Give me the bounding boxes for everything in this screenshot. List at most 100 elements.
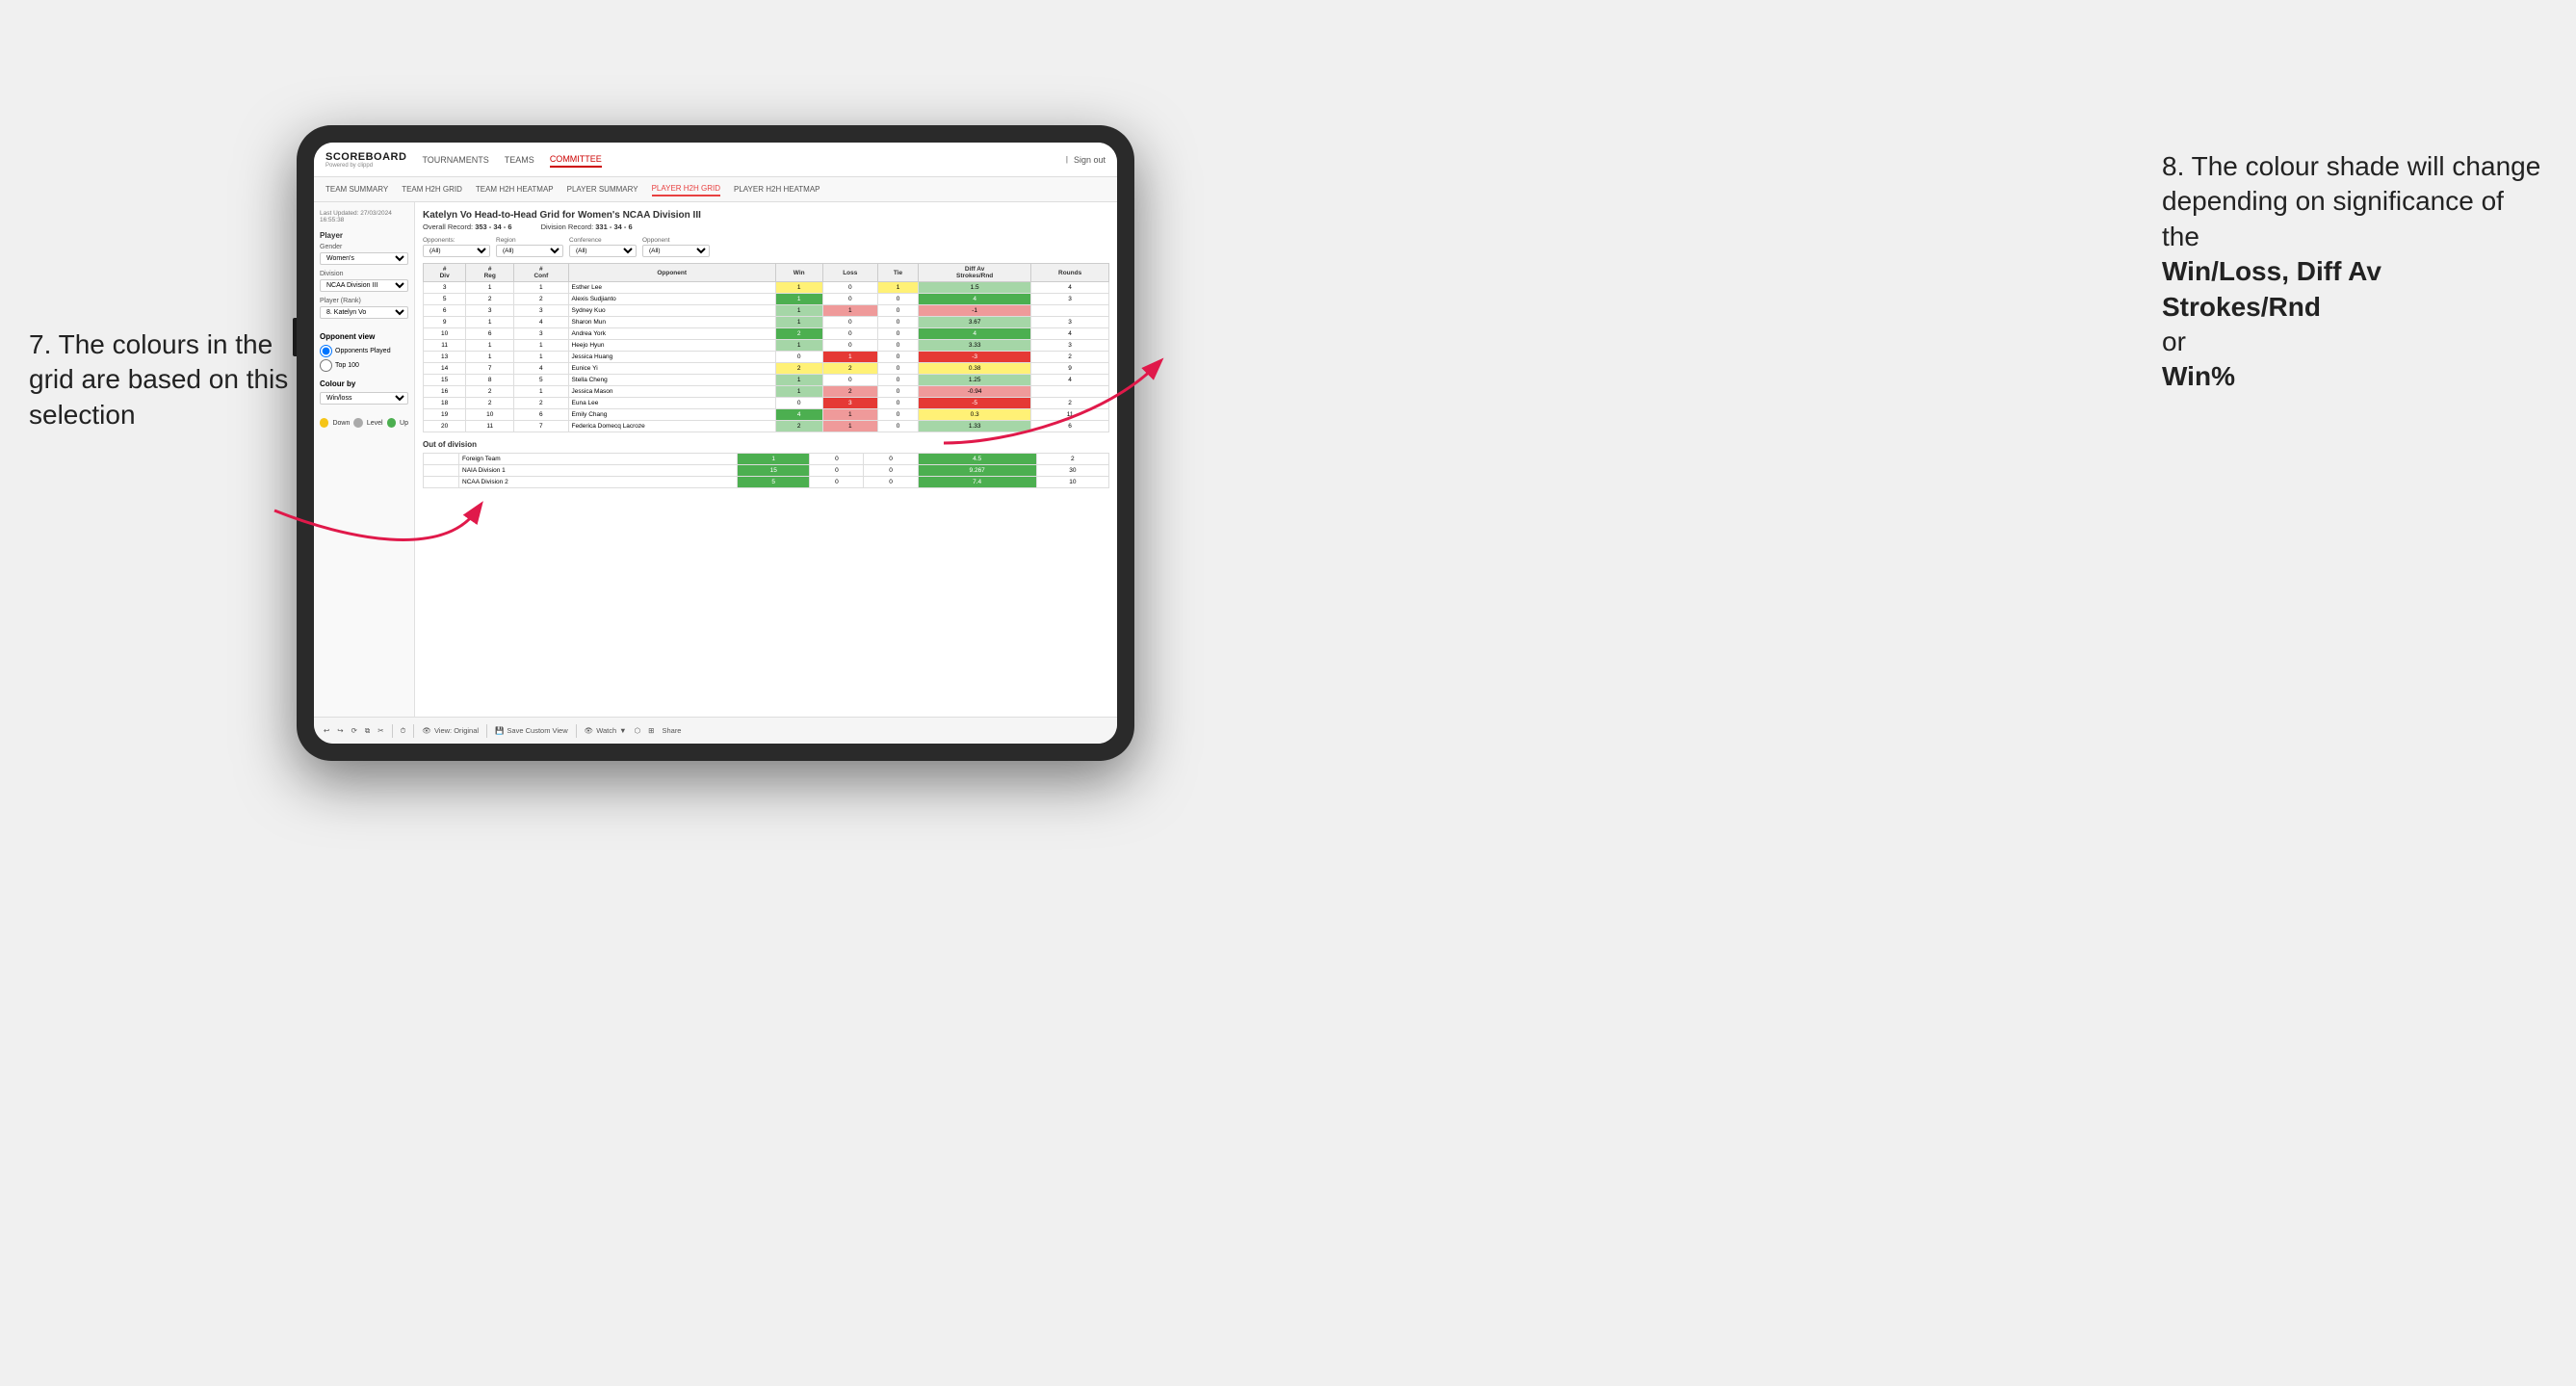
cell-loss: 2 xyxy=(822,363,877,375)
cell-rounds: 2 xyxy=(1031,352,1109,363)
toolbar-cut[interactable]: ✂ xyxy=(377,726,383,735)
tablet-frame: SCOREBOARD Powered by clippd TOURNAMENTS… xyxy=(297,125,1134,761)
sidebar-division-label: Division xyxy=(320,271,408,277)
cell-loss: 1 xyxy=(822,409,877,421)
top-nav: SCOREBOARD Powered by clippd TOURNAMENTS… xyxy=(314,143,1117,177)
cell-div: 14 xyxy=(424,363,466,375)
cell-opponent: Alexis Sudjianto xyxy=(568,294,775,305)
cell-div: 18 xyxy=(424,398,466,409)
cell-reg: 11 xyxy=(466,421,514,432)
toolbar-watch[interactable]: 👁 Watch ▼ xyxy=(585,726,627,735)
cell-tie: 0 xyxy=(877,340,918,352)
filter-opponents-select[interactable]: (All) xyxy=(423,245,490,257)
sidebar-division-select[interactable]: NCAA Division III xyxy=(320,279,408,292)
cell-div: 3 xyxy=(424,282,466,294)
filter-region: Region (All) xyxy=(496,237,563,257)
filters-row: Opponents: (All) Region (All) Conference xyxy=(423,237,1109,257)
watch-chevron: ▼ xyxy=(619,726,626,735)
cell-conf: 4 xyxy=(514,317,568,328)
cell-diff: 4 xyxy=(919,294,1031,305)
colour-by-title: Colour by xyxy=(320,379,408,388)
legend-dot-level xyxy=(353,418,362,428)
col-win: Win xyxy=(775,264,822,282)
ood-cell-tie: 0 xyxy=(864,465,918,477)
sub-nav-team-h2h-heatmap[interactable]: TEAM H2H HEATMAP xyxy=(476,183,554,196)
cell-div: 10 xyxy=(424,328,466,340)
opponent-view-title: Opponent view xyxy=(320,332,408,341)
nav-teams[interactable]: TEAMS xyxy=(505,153,534,167)
annotation-right: 8. The colour shade will change dependin… xyxy=(2162,149,2547,395)
cell-div: 13 xyxy=(424,352,466,363)
sign-out-link[interactable]: Sign out xyxy=(1074,153,1106,167)
sub-nav-player-h2h-grid[interactable]: PLAYER H2H GRID xyxy=(652,182,720,196)
cell-conf: 5 xyxy=(514,375,568,386)
toolbar-grid[interactable]: ⊞ xyxy=(648,726,654,735)
cell-diff: -0.94 xyxy=(919,386,1031,398)
cell-reg: 1 xyxy=(466,352,514,363)
cell-rounds: 3 xyxy=(1031,317,1109,328)
toolbar-sep4 xyxy=(576,724,577,738)
cell-opponent: Heejo Hyun xyxy=(568,340,775,352)
cell-rounds: 4 xyxy=(1031,328,1109,340)
table-row: 3 1 1 Esther Lee 1 0 1 1.5 4 xyxy=(424,282,1109,294)
sub-nav-player-h2h-heatmap[interactable]: PLAYER H2H HEATMAP xyxy=(734,183,820,196)
filter-conference: Conference (All) xyxy=(569,237,637,257)
sidebar-gender-select[interactable]: Women's xyxy=(320,252,408,265)
col-loss: Loss xyxy=(822,264,877,282)
toolbar-export[interactable]: ⬡ xyxy=(635,726,641,735)
radio-top100[interactable]: Top 100 xyxy=(320,359,408,372)
cell-loss: 0 xyxy=(822,328,877,340)
cell-div: 6 xyxy=(424,305,466,317)
ood-cell-loss: 0 xyxy=(810,477,864,488)
filter-conference-select[interactable]: (All) xyxy=(569,245,637,257)
sidebar-player-rank-label: Player (Rank) xyxy=(320,298,408,304)
filter-region-select[interactable]: (All) xyxy=(496,245,563,257)
ood-cell-loss: 0 xyxy=(810,465,864,477)
cell-diff: 1.5 xyxy=(919,282,1031,294)
toolbar-undo[interactable]: ↩ xyxy=(324,726,329,735)
cell-tie: 0 xyxy=(877,398,918,409)
logo-area: SCOREBOARD Powered by clippd xyxy=(325,151,406,169)
table-row: 20 11 7 Federica Domecq Lacroze 2 1 0 1.… xyxy=(424,421,1109,432)
cell-reg: 7 xyxy=(466,363,514,375)
ood-table-row: NAIA Division 1 15 0 0 9.267 30 xyxy=(424,465,1109,477)
toolbar-save-custom[interactable]: 💾 Save Custom View xyxy=(495,726,568,735)
nav-tournaments[interactable]: TOURNAMENTS xyxy=(422,153,488,167)
sub-nav-player-summary[interactable]: PLAYER SUMMARY xyxy=(567,183,638,196)
cell-conf: 1 xyxy=(514,386,568,398)
radio-opponents-played[interactable]: Opponents Played xyxy=(320,345,408,357)
table-row: 19 10 6 Emily Chang 4 1 0 0.3 11 xyxy=(424,409,1109,421)
cell-rounds: 4 xyxy=(1031,282,1109,294)
cell-conf: 2 xyxy=(514,294,568,305)
cell-loss: 1 xyxy=(822,352,877,363)
bottom-toolbar: ↩ ↪ ⟳ ⧉ ✂ ⏱ 👁 View: Original 💾 Save Cust… xyxy=(314,717,1117,744)
sub-nav-team-summary[interactable]: TEAM SUMMARY xyxy=(325,183,388,196)
cell-tie: 0 xyxy=(877,305,918,317)
toolbar-forward[interactable]: ⟳ xyxy=(351,726,357,735)
side-button xyxy=(293,318,297,356)
filter-opponent-select[interactable]: (All) xyxy=(642,245,710,257)
cell-opponent: Esther Lee xyxy=(568,282,775,294)
ood-cell-label: Foreign Team xyxy=(459,454,738,465)
nav-committee[interactable]: COMMITTEE xyxy=(550,152,602,168)
out-of-division-title: Out of division xyxy=(423,440,1109,449)
toolbar-clock[interactable]: ⏱ xyxy=(401,726,406,736)
sub-nav-team-h2h-grid[interactable]: TEAM H2H GRID xyxy=(402,183,462,196)
filter-opponents: Opponents: (All) xyxy=(423,237,490,257)
cell-tie: 0 xyxy=(877,294,918,305)
cell-win: 0 xyxy=(775,398,822,409)
legend-row: Down Level Up xyxy=(320,418,408,428)
colour-by-select[interactable]: Win/loss xyxy=(320,392,408,405)
toolbar-copy[interactable]: ⧉ xyxy=(365,726,370,736)
cell-rounds xyxy=(1031,305,1109,317)
ood-cell-empty xyxy=(424,465,459,477)
toolbar-redo[interactable]: ↪ xyxy=(337,726,343,735)
cell-diff: 1.33 xyxy=(919,421,1031,432)
toolbar-share[interactable]: Share xyxy=(662,726,681,735)
cell-conf: 1 xyxy=(514,282,568,294)
toolbar-view-original[interactable]: 👁 View: Original xyxy=(422,726,479,735)
cell-tie: 0 xyxy=(877,363,918,375)
sidebar-player-rank-select[interactable]: 8. Katelyn Vo xyxy=(320,306,408,319)
col-reg: #Reg xyxy=(466,264,514,282)
cell-reg: 1 xyxy=(466,317,514,328)
